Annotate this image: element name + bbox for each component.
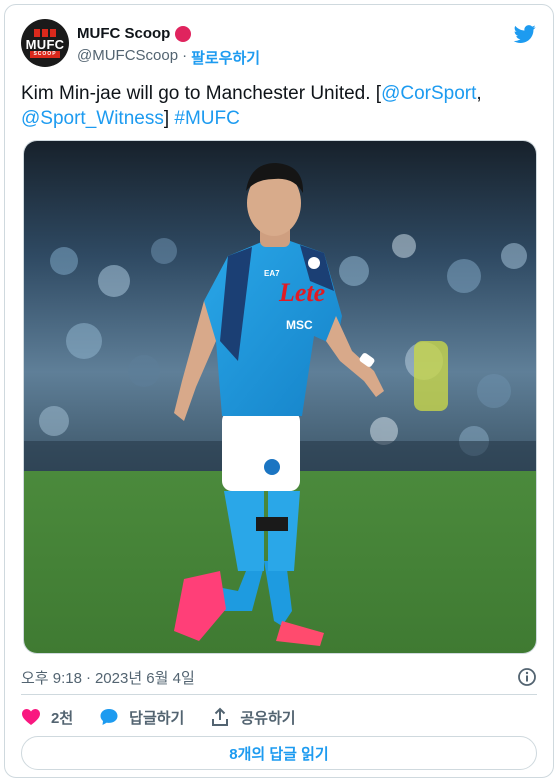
tweet-text: Kim Min-jae will go to Manchester United…: [21, 81, 521, 131]
handle-row: @MUFCScoop · 팔로우하기: [77, 47, 260, 68]
share-button[interactable]: 공유하기: [210, 707, 296, 728]
photo-illustration: Lete MSC EA7: [24, 141, 536, 653]
tweet-date[interactable]: 2023년 6월 4일: [95, 667, 195, 688]
kit-brand-text: EA7: [264, 269, 280, 278]
reply-bubble-icon: [100, 709, 118, 725]
reply-button[interactable]: 답글하기: [99, 707, 184, 728]
avatar-logo-subtext: SCOOP: [30, 50, 60, 58]
name-row: MUFC Scoop: [77, 25, 192, 42]
share-upload-icon: [212, 707, 229, 726]
tweet-time[interactable]: 오후 9:18: [21, 667, 82, 688]
twitter-bird-icon[interactable]: [513, 23, 537, 45]
tweet-text-main: Kim Min-jae will go to Manchester United…: [21, 83, 382, 104]
meta-separator: ·: [85, 668, 91, 686]
tweet-text-comma: ,: [476, 83, 482, 104]
kit-sponsor-text: Lete: [278, 278, 325, 307]
tweet-header: MUFC SCOOP MUFC Scoop @MUFCScoop · 팔로우하기: [21, 19, 537, 69]
tweet-meta: 오후 9:18 · 2023년 6월 4일: [21, 665, 537, 689]
tweet-actions: 2천 답글하기 공유하기: [21, 703, 322, 731]
kit-sponsor-msc-text: MSC: [286, 318, 313, 332]
tweet-text-bracket: ]: [163, 108, 170, 129]
crest-icon: [34, 28, 56, 37]
tweet-photo[interactable]: Lete MSC EA7: [23, 140, 537, 654]
like-count: 2천: [51, 709, 74, 727]
avatar[interactable]: MUFC SCOOP: [21, 19, 69, 67]
badge-icon: [175, 25, 192, 42]
share-label: 공유하기: [240, 709, 296, 727]
follow-link[interactable]: 팔로우하기: [191, 47, 260, 68]
mention-corsport[interactable]: @CorSport: [381, 83, 476, 104]
like-button[interactable]: 2천: [21, 707, 73, 728]
read-replies-button[interactable]: 8개의 답글 읽기: [21, 736, 537, 770]
author-handle[interactable]: @MUFCScoop: [77, 47, 178, 68]
handle-separator: ·: [182, 47, 188, 64]
reply-label: 답글하기: [129, 709, 185, 727]
avatar-logo-text: MUFC: [25, 36, 65, 52]
divider: [21, 694, 537, 695]
info-icon[interactable]: [517, 667, 537, 687]
heart-icon: [22, 709, 40, 725]
mention-sport-witness[interactable]: @Sport_Witness: [21, 108, 164, 129]
tweet-card: MUFC SCOOP MUFC Scoop @MUFCScoop · 팔로우하기…: [4, 4, 554, 778]
hashtag-mufc[interactable]: #MUFC: [174, 108, 239, 129]
author-display-name[interactable]: MUFC Scoop: [77, 25, 170, 42]
